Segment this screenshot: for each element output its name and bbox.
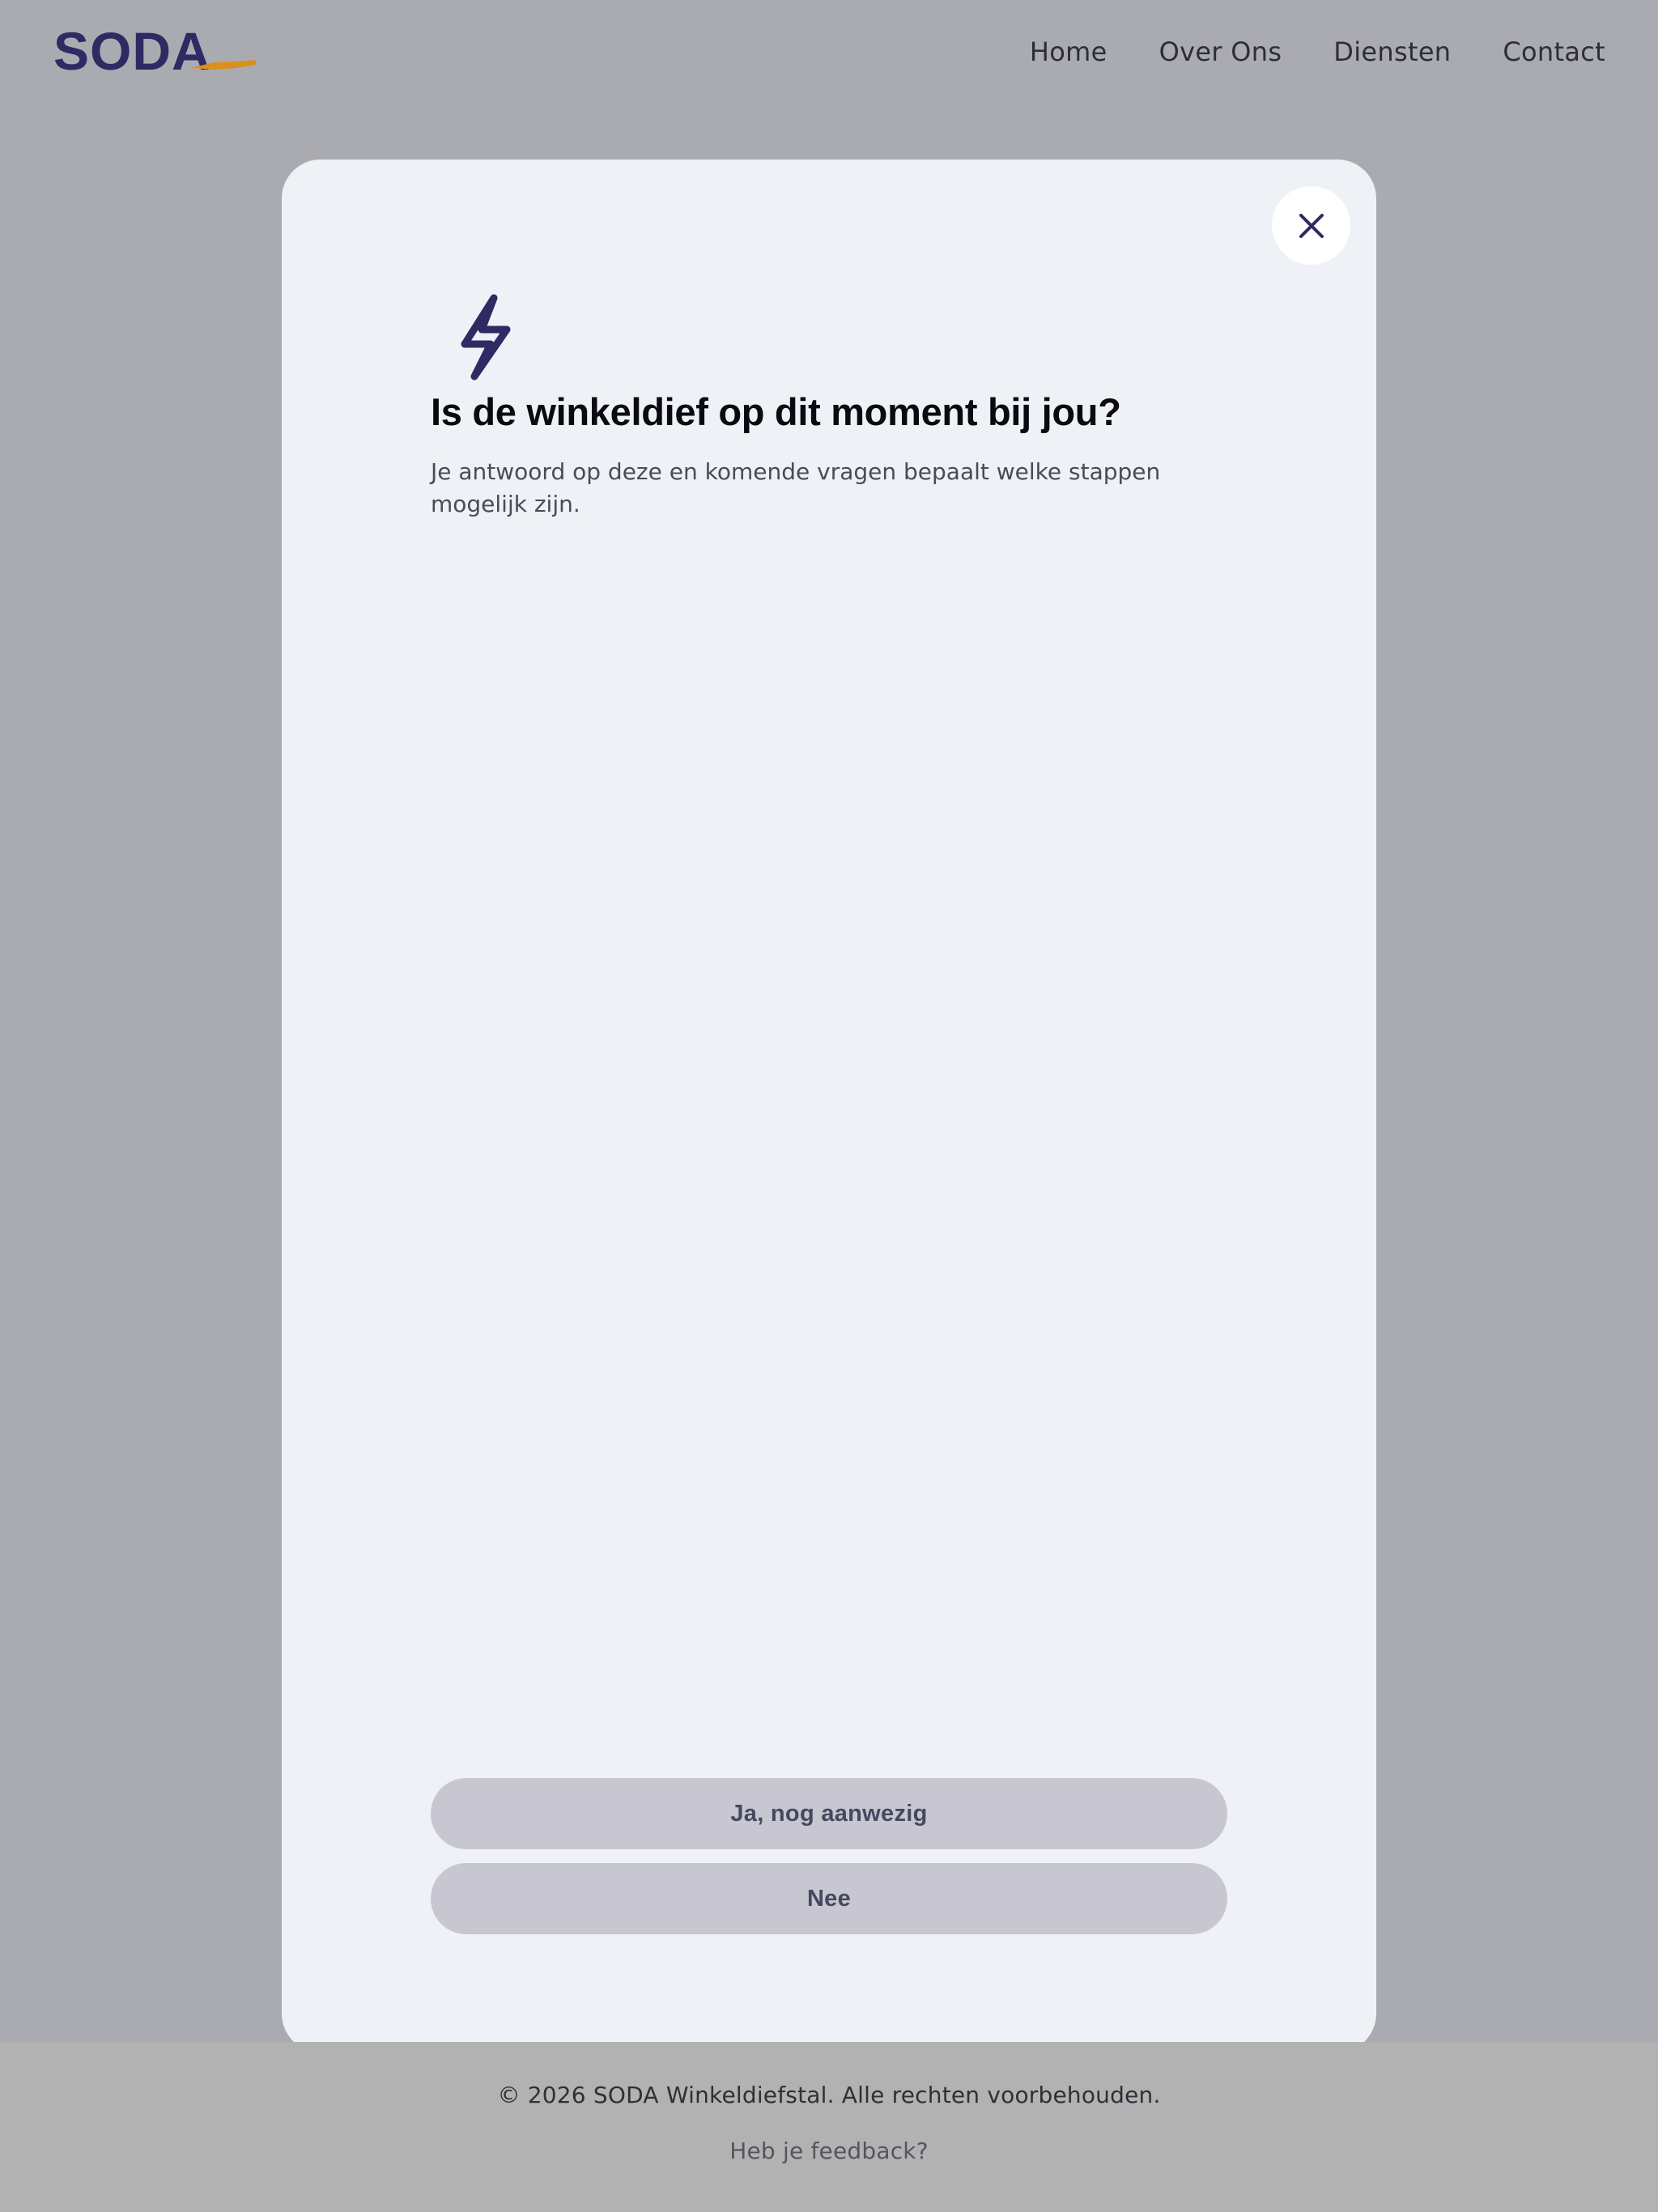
nav-over-ons[interactable]: Over Ons — [1159, 32, 1282, 71]
svg-text:SODA: SODA — [53, 24, 211, 78]
lightning-bolt-icon — [461, 294, 511, 381]
nav-home[interactable]: Home — [1030, 32, 1107, 71]
question-description: Je antwoord op deze en komende vragen be… — [431, 458, 1161, 517]
close-icon — [1299, 213, 1324, 238]
soda-logo[interactable]: SODA — [53, 21, 256, 81]
answer-no-button[interactable]: Nee — [431, 1863, 1227, 1934]
copyright-text: © 2026 SODA Winkeldiefstal. Alle rechten… — [497, 2082, 1161, 2108]
nav-contact[interactable]: Contact — [1503, 32, 1605, 71]
main-nav: Home Over Ons Diensten Contact — [1030, 32, 1605, 71]
close-button[interactable] — [1272, 186, 1350, 265]
answer-yes-button[interactable]: Ja, nog aanwezig — [431, 1778, 1227, 1849]
site-footer: © 2026 SODA Winkeldiefstal. Alle rechten… — [0, 2042, 1658, 2212]
question-title: Is de winkeldief op dit moment bij jou? — [431, 390, 1121, 433]
soda-logo-graphic: SODA — [53, 21, 256, 81]
site-header: SODA Home Over Ons Diensten Contact — [0, 0, 1658, 104]
feedback-link[interactable]: Heb je feedback? — [729, 2138, 929, 2164]
nav-diensten[interactable]: Diensten — [1333, 32, 1451, 71]
question-modal: Is de winkeldief op dit moment bij jou? … — [282, 160, 1376, 2052]
feedback-link-wrapper: Heb je feedback? — [0, 2135, 1658, 2167]
